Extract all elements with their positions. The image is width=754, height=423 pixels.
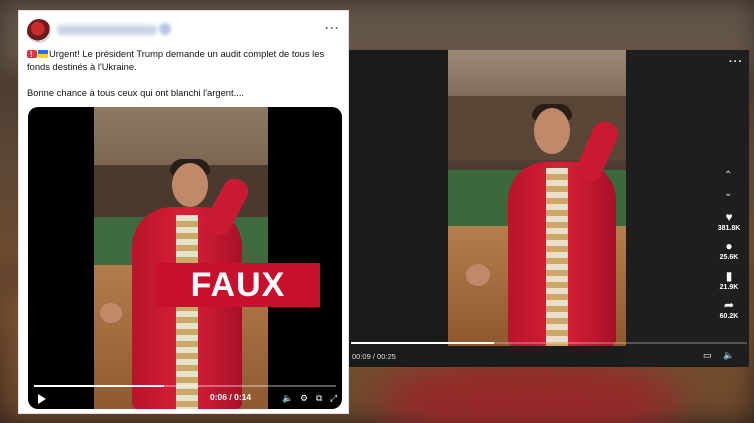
volume-icon[interactable]: 🔈 xyxy=(282,392,293,404)
fact-check-label: FAUX xyxy=(156,263,320,307)
blurred-username xyxy=(57,25,157,35)
more-horizontal-icon[interactable]: ··· xyxy=(729,56,743,68)
share-icon: ➦ xyxy=(723,298,735,312)
video-frame-large xyxy=(448,50,626,346)
like-count: 381.8K xyxy=(717,225,741,232)
fullscreen-icon[interactable]: ⤢ xyxy=(330,392,337,404)
tweet-header: ··· xyxy=(27,17,342,43)
heart-icon: ♥ xyxy=(725,210,733,224)
fact-check-label-text: FAUX xyxy=(190,265,286,304)
video-time: 0:06 / 0:14 xyxy=(210,392,252,402)
settings-icon[interactable]: ⚙ xyxy=(300,392,308,404)
video-progress-bar-large[interactable] xyxy=(351,342,747,344)
video-progress-bar[interactable] xyxy=(34,385,336,387)
chevron-down-icon[interactable]: ⌄ xyxy=(724,188,732,199)
play-icon[interactable] xyxy=(38,394,46,404)
video-player[interactable]: ··· ⌃ ⌄ ♥ 381.8K ● 25.6K ▮ 21.9K ➦ 60.2K… xyxy=(349,50,749,367)
tweet-text: Urgent! Le président Trump demande un au… xyxy=(27,47,343,112)
more-horizontal-icon[interactable]: ··· xyxy=(325,21,340,35)
dancer-face xyxy=(172,163,208,207)
bookmark-button[interactable]: ▮ 21.9K xyxy=(711,269,747,291)
volume-icon[interactable]: 🔈 xyxy=(723,350,734,361)
tweet-video[interactable]: FAUX 0:06 / 0:14 🔈 ⚙ ⧉ ⤢ xyxy=(28,107,342,409)
blurred-badge xyxy=(159,23,171,35)
tweet-text-line2: Bonne chance à tous ceux qui ont blanchi… xyxy=(27,87,245,98)
tweet-card: ··· Urgent! Le président Trump demande u… xyxy=(18,10,349,414)
bookmark-icon: ▮ xyxy=(725,269,733,283)
video-progress-fill xyxy=(34,385,164,387)
share-count: 60.2K xyxy=(719,313,739,320)
video-progress-fill-large xyxy=(351,342,494,344)
captions-icon[interactable]: ▭ xyxy=(703,350,712,361)
comment-count: 25.6K xyxy=(719,254,739,261)
comment-button[interactable]: ● 25.6K xyxy=(711,239,747,261)
pip-icon[interactable]: ⧉ xyxy=(316,392,322,404)
like-button[interactable]: ♥ 381.8K xyxy=(711,210,747,232)
video-controls: 0:06 / 0:14 🔈 ⚙ ⧉ ⤢ xyxy=(34,392,337,406)
alert-emoji-icon xyxy=(27,48,37,61)
video-time-large: 00:09 / 00:25 xyxy=(352,352,396,361)
comment-icon: ● xyxy=(725,239,733,253)
chevron-up-icon[interactable]: ⌃ xyxy=(724,170,732,181)
dancer-face-large xyxy=(534,108,570,154)
share-button[interactable]: ➦ 60.2K xyxy=(711,298,747,320)
ukraine-flag-icon xyxy=(38,50,48,58)
tweet-text-line1: Urgent! Le président Trump demande un au… xyxy=(27,48,325,72)
bookmark-count: 21.9K xyxy=(719,284,739,291)
video-frame xyxy=(94,107,268,409)
avatar[interactable] xyxy=(27,19,51,43)
